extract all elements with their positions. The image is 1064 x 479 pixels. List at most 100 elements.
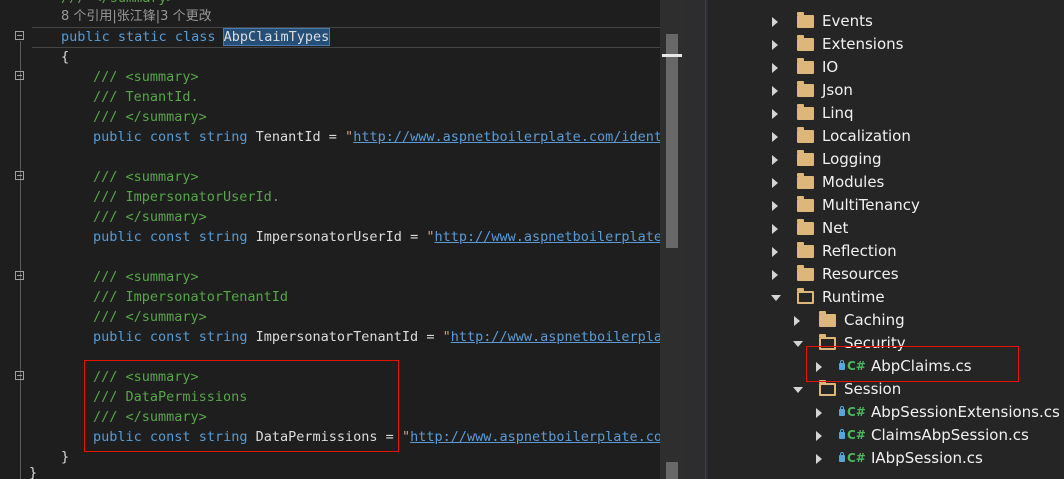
tree-item-label: Resources xyxy=(822,265,899,283)
const-declaration: public const string TenantId = "http://w… xyxy=(93,127,660,147)
chevron-right-icon[interactable] xyxy=(772,178,778,188)
csharp-file-icon: C# xyxy=(847,428,866,442)
tree-folder-extensions[interactable]: Extensions xyxy=(710,33,1064,56)
doc-comment: /// ImpersonatorTenantId xyxy=(93,289,289,305)
const-declaration: public const string ImpersonatorUserId =… xyxy=(93,227,660,247)
tree-folder-events[interactable]: Events xyxy=(710,10,1064,33)
folder-icon xyxy=(797,104,814,120)
tree-file-claimsabpsession-cs[interactable]: C# ClaimsAbpSession.cs xyxy=(710,424,1064,447)
doc-comment: /// <summary> xyxy=(93,269,199,285)
folder-icon xyxy=(819,311,836,327)
chevron-right-icon[interactable] xyxy=(816,431,822,441)
chevron-right-icon[interactable] xyxy=(772,63,778,73)
tree-item-label: Extensions xyxy=(822,35,904,53)
url-link[interactable]: http://www.aspnetboilerplate.com xyxy=(410,429,660,445)
chevron-right-icon[interactable] xyxy=(772,270,778,280)
chevron-down-icon[interactable] xyxy=(771,295,781,301)
chevron-right-icon[interactable] xyxy=(772,247,778,257)
tree-item-label: Net xyxy=(822,219,849,237)
lock-icon xyxy=(839,406,845,416)
lock-icon xyxy=(839,429,845,439)
fold-collapse-icon[interactable] xyxy=(15,31,24,40)
tree-folder-runtime[interactable]: Runtime xyxy=(710,286,1064,309)
folder-icon xyxy=(797,265,814,281)
chevron-right-icon[interactable] xyxy=(816,408,822,418)
chevron-right-icon[interactable] xyxy=(794,316,800,326)
chevron-down-icon[interactable] xyxy=(793,341,803,347)
doc-comment: /// TenantId. xyxy=(93,89,199,105)
fold-collapse-icon[interactable] xyxy=(15,371,24,380)
tree-folder-caching[interactable]: Caching xyxy=(710,309,1064,332)
tree-folder-localization[interactable]: Localization xyxy=(710,125,1064,148)
folder-icon xyxy=(797,58,814,74)
editor-margin xyxy=(0,0,32,479)
close-brace: } xyxy=(61,449,70,465)
tree-item-label: Caching xyxy=(844,311,905,329)
folder-open-icon xyxy=(819,380,836,396)
chevron-right-icon[interactable] xyxy=(772,224,778,234)
scrollbar-thumb[interactable] xyxy=(666,34,678,248)
outer-close-brace: } xyxy=(29,465,38,479)
url-link[interactable]: http://www.aspnetboilerplat xyxy=(451,329,660,345)
tree-item-label: Runtime xyxy=(822,288,885,306)
tree-item-label: Modules xyxy=(822,173,885,191)
codelens-info[interactable]: 8 个引用|张江锋|3 个更改 xyxy=(61,7,212,27)
tree-folder-logging[interactable]: Logging xyxy=(710,148,1064,171)
tree-folder-reflection[interactable]: Reflection xyxy=(710,240,1064,263)
doc-comment: /// ImpersonatorUserId. xyxy=(93,189,280,205)
tree-item-label: IO xyxy=(822,58,839,76)
chevron-right-icon[interactable] xyxy=(772,40,778,50)
tree-item-label: Localization xyxy=(822,127,911,145)
solution-explorer[interactable]: Events Extensions IO Json Linq Localization Lo… xyxy=(710,0,1064,479)
fold-collapse-icon[interactable] xyxy=(15,171,24,180)
scrollbar-position-marker xyxy=(662,54,682,57)
tree-item-label: Json xyxy=(822,81,853,99)
chevron-right-icon[interactable] xyxy=(772,17,778,27)
fold-guide xyxy=(20,41,21,479)
class-name-selection: AbpClaimTypes xyxy=(222,28,331,46)
class-declaration: public static class AbpClaimTypes xyxy=(61,28,331,46)
folder-icon xyxy=(797,242,814,258)
fold-collapse-icon[interactable] xyxy=(15,71,24,80)
folder-icon xyxy=(797,127,814,143)
chevron-right-icon[interactable] xyxy=(772,201,778,211)
csharp-file-icon: C# xyxy=(847,405,866,419)
folder-icon xyxy=(797,81,814,97)
tree-item-label: Logging xyxy=(822,150,882,168)
tree-folder-resources[interactable]: Resources xyxy=(710,263,1064,286)
url-link[interactable]: http://www.aspnetboilerplate. xyxy=(434,229,660,245)
chevron-right-icon[interactable] xyxy=(772,86,778,96)
tree-item-label: Events xyxy=(822,12,873,30)
folder-open-icon xyxy=(797,288,814,304)
editor-vertical-scrollbar[interactable] xyxy=(660,0,686,479)
csharp-file-icon: C# xyxy=(847,451,866,465)
tree-folder-modules[interactable]: Modules xyxy=(710,171,1064,194)
folder-icon xyxy=(797,219,814,235)
tree-item-label: IAbpSession.cs xyxy=(871,449,983,467)
tree-item-label: Linq xyxy=(822,104,854,122)
doc-comment: /// </summary> xyxy=(93,109,207,125)
chevron-right-icon[interactable] xyxy=(816,454,822,464)
chevron-right-icon[interactable] xyxy=(772,132,778,142)
chevron-down-icon[interactable] xyxy=(793,387,803,393)
highlight-box xyxy=(84,360,399,452)
open-brace: { xyxy=(61,49,70,65)
scrollbar-thumb-lower[interactable] xyxy=(666,462,678,479)
tree-folder-multitenancy[interactable]: MultiTenancy xyxy=(710,194,1064,217)
code-editor[interactable]: /// </summary> 8 个引用|张江锋|3 个更改 public st… xyxy=(0,0,660,479)
tree-folder-linq[interactable]: Linq xyxy=(710,102,1064,125)
tree-file-iabpsession-cs[interactable]: C# IAbpSession.cs xyxy=(710,447,1064,470)
chevron-right-icon[interactable] xyxy=(772,109,778,119)
tree-item-label: MultiTenancy xyxy=(822,196,920,214)
chevron-right-icon[interactable] xyxy=(772,155,778,165)
tree-file-abpsessionextensions-cs[interactable]: C# AbpSessionExtensions.cs xyxy=(710,401,1064,424)
lock-icon xyxy=(839,452,845,462)
panel-border xyxy=(705,0,706,479)
tree-folder-net[interactable]: Net xyxy=(710,217,1064,240)
tree-folder-io[interactable]: IO xyxy=(710,56,1064,79)
tree-folder-json[interactable]: Json xyxy=(710,79,1064,102)
fold-collapse-icon[interactable] xyxy=(15,271,24,280)
url-link[interactable]: http://www.aspnetboilerplate.com/identi xyxy=(353,129,660,145)
const-declaration: public const string ImpersonatorTenantId… xyxy=(93,327,660,347)
doc-comment: /// </summary> xyxy=(93,309,207,325)
